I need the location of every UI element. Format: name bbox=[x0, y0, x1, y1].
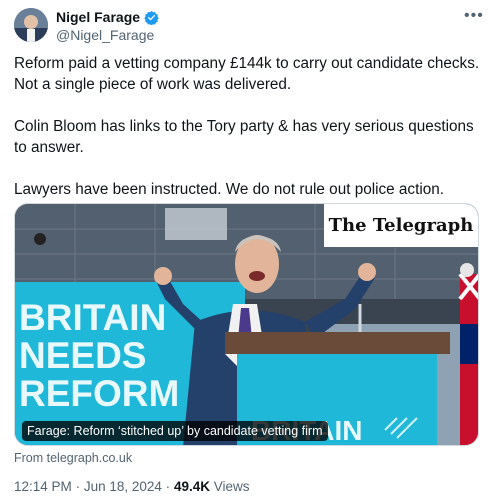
meta-separator: · bbox=[75, 479, 81, 494]
publisher-logo: The Telegraph bbox=[324, 204, 478, 247]
tweet-paragraph: Reform paid a vetting company £144k to c… bbox=[14, 55, 480, 93]
verified-badge-icon bbox=[144, 10, 159, 26]
banner-line-2: NEEDS bbox=[19, 335, 146, 376]
tweet-text: Reform paid a vetting company £144k to c… bbox=[14, 53, 484, 221]
banner-line-1: BRITAIN bbox=[19, 297, 166, 338]
author-name[interactable]: Nigel Farage bbox=[56, 9, 140, 26]
author-handle[interactable]: @Nigel_Farage bbox=[56, 27, 154, 44]
link-card-image[interactable]: BRITAIN NEEDS REFORM BRITAIN The Telegra… bbox=[14, 203, 479, 446]
tweet-paragraph: Lawyers have been instructed. We do not … bbox=[14, 181, 444, 198]
tweet-date[interactable]: Jun 18, 2024 bbox=[84, 479, 162, 494]
author-avatar[interactable] bbox=[14, 8, 48, 42]
tweet-meta: 12:14 PM · Jun 18, 2024 · 49.4K Views bbox=[14, 479, 250, 494]
views-count: 49.4K bbox=[173, 479, 210, 494]
more-options-icon[interactable]: ••• bbox=[464, 8, 484, 24]
tweet-time[interactable]: 12:14 PM bbox=[14, 479, 72, 494]
author-name-row[interactable]: Nigel Farage bbox=[56, 9, 159, 26]
card-source[interactable]: From telegraph.co.uk bbox=[14, 451, 132, 465]
card-caption[interactable]: Farage: Reform ‘stitched up’ by candidat… bbox=[22, 421, 328, 441]
tweet-paragraph: Colin Bloom has links to the Tory party … bbox=[14, 118, 474, 156]
views-label: Views bbox=[213, 479, 250, 494]
meta-separator: · bbox=[165, 479, 171, 494]
banner-line-3: REFORM bbox=[19, 373, 179, 414]
